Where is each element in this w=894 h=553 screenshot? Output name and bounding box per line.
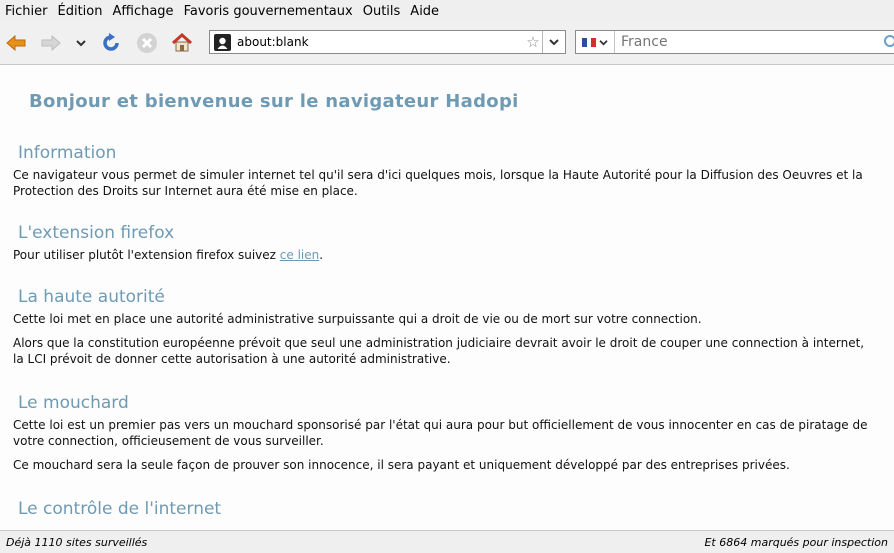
search-input[interactable]: [619, 33, 883, 51]
section-heading: La haute autorité: [18, 287, 165, 307]
section-paragraph: Cette loi met en place une autorité admi…: [13, 312, 702, 326]
navigation-toolbar: about:blank ☆: [0, 22, 894, 65]
search-icon[interactable]: [884, 35, 894, 47]
history-dropdown[interactable]: [70, 30, 92, 56]
forward-button[interactable]: [38, 30, 64, 56]
section-paragraph: Cette loi est un premier pas vers un mou…: [13, 418, 868, 448]
status-left: Déjà 1110 sites surveillés: [6, 535, 148, 549]
menu-bar: Fichier Édition Affichage Favoris gouver…: [0, 0, 894, 22]
url-history-dropdown[interactable]: [542, 31, 565, 53]
section-heading: L'extension firefox: [18, 223, 175, 243]
section-paragraph: Pour utiliser plutôt l'extension firefox…: [13, 247, 878, 263]
status-right: Et 6864 marqués pour inspection: [704, 535, 888, 549]
home-icon: [172, 32, 192, 52]
menu-edition[interactable]: Édition: [53, 4, 108, 19]
section-haute-autorite: La haute autorité Cette loi met en place…: [0, 287, 894, 375]
paragraph-text: .: [319, 248, 324, 262]
back-arrow-icon: [6, 34, 26, 52]
menu-fichier[interactable]: Fichier: [0, 4, 53, 19]
reload-button[interactable]: [98, 30, 124, 56]
search-engine-selector[interactable]: [576, 31, 615, 53]
section-mouchard: Le mouchard Cette loi est un premier pas…: [0, 393, 894, 481]
stop-icon: [137, 33, 157, 53]
menu-affichage[interactable]: Affichage: [107, 4, 178, 19]
france-flag-icon: [582, 37, 597, 47]
section-extension: L'extension firefox Pour utiliser plutôt…: [0, 223, 894, 271]
person-silhouette-icon: [217, 37, 228, 49]
back-button[interactable]: [3, 30, 29, 56]
reload-icon: [103, 33, 119, 51]
chevron-down-icon: [599, 39, 608, 45]
url-text[interactable]: about:blank: [237, 35, 524, 49]
section-information: Information Ce navigateur vous permet de…: [0, 143, 894, 207]
chevron-down-icon: [76, 40, 86, 47]
paragraph-text: Pour utiliser plutôt l'extension firefox…: [13, 248, 280, 262]
chevron-down-icon: [549, 39, 559, 46]
site-identity-icon[interactable]: [214, 33, 231, 51]
status-bar: Déjà 1110 sites surveillés Et 6864 marqu…: [0, 530, 894, 553]
section-paragraph: Ce navigateur vous permet de simuler int…: [13, 168, 863, 198]
extension-link[interactable]: ce lien: [280, 248, 319, 262]
section-paragraph: Ce mouchard sera la seule façon de prouv…: [13, 458, 790, 472]
section-heading: Information: [18, 143, 117, 163]
section-controle: Le contrôle de l'internet: [0, 499, 894, 523]
section-paragraph: Alors que la constitution européenne pré…: [13, 336, 865, 366]
menu-outils[interactable]: Outils: [358, 4, 406, 19]
address-bar[interactable]: about:blank ☆: [209, 30, 566, 54]
bookmark-star-icon[interactable]: ☆: [524, 33, 542, 51]
section-heading: Le mouchard: [18, 393, 129, 413]
page-content: Bonjour et bienvenue sur le navigateur H…: [0, 65, 894, 529]
forward-arrow-icon: [41, 34, 61, 52]
search-bar: [575, 30, 894, 54]
menu-favoris[interactable]: Favoris gouvernementaux: [179, 4, 358, 19]
home-button[interactable]: [169, 30, 195, 56]
stop-button[interactable]: [134, 30, 160, 56]
section-heading: Le contrôle de l'internet: [18, 499, 222, 519]
page-title: Bonjour et bienvenue sur le navigateur H…: [29, 91, 519, 112]
menu-aide[interactable]: Aide: [405, 4, 444, 19]
